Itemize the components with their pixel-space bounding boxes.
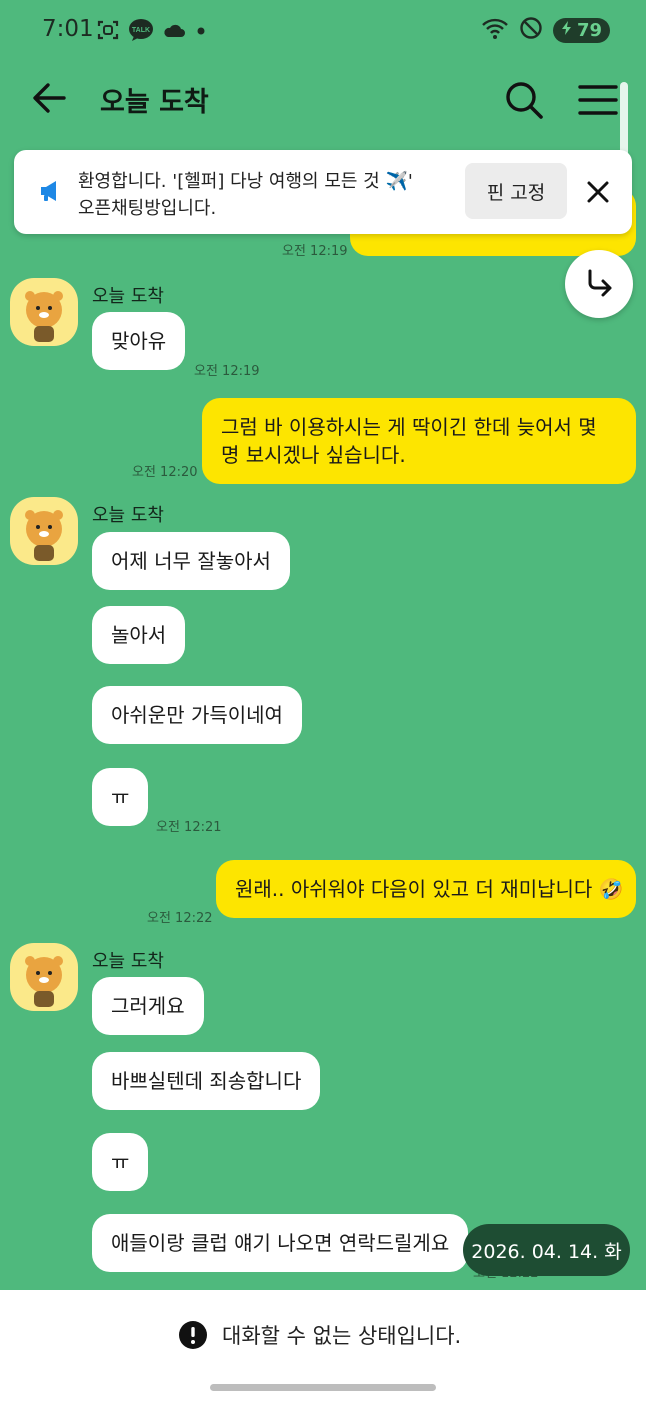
message-bubble[interactable]: ㅠ xyxy=(92,768,149,826)
kakaotalk-icon: TALK xyxy=(128,18,154,46)
megaphone-icon xyxy=(38,178,64,204)
back-button[interactable] xyxy=(28,76,72,120)
dot-icon xyxy=(194,23,208,42)
home-indicator[interactable] xyxy=(210,1384,436,1391)
notice-banner[interactable]: 환영합니다. '[헬퍼] 다낭 여행의 모든 것 ✈️' 오픈채팅방입니다. 핀… xyxy=(14,150,632,234)
warning-icon xyxy=(178,1320,208,1350)
message-bubble[interactable]: ㅠ xyxy=(92,1133,149,1191)
message-bubble-outgoing[interactable]: 원래.. 아쉬워야 다음이 있고 더 재미납니다 🤣 xyxy=(216,860,636,918)
back-arrow-icon xyxy=(33,83,66,113)
app-bar: 오늘 도착 xyxy=(0,62,646,134)
sender-name: 오늘 도착 xyxy=(92,951,164,972)
status-time: 7:01 xyxy=(42,16,94,42)
cloud-icon xyxy=(162,20,186,44)
chat-unavailable-text: 대화할 수 없는 상태입니다. xyxy=(222,1324,462,1348)
message-time: 오전 12:19 xyxy=(282,244,348,259)
status-bar: 7:01 TALK 79 xyxy=(0,0,646,62)
search-button[interactable] xyxy=(500,76,548,124)
close-icon xyxy=(587,181,609,203)
message-time: 오전 12:22 xyxy=(147,911,213,926)
message-bubble[interactable]: 맞아유 xyxy=(92,312,186,370)
sender-name: 오늘 도착 xyxy=(92,286,164,307)
message-bubble[interactable]: 아쉬운만 가득이네여 xyxy=(92,686,302,744)
avatar[interactable] xyxy=(10,943,78,1011)
wifi-icon xyxy=(481,16,509,44)
hamburger-menu-icon xyxy=(578,85,618,115)
bottom-status-bar: 대화할 수 없는 상태입니다. xyxy=(0,1290,646,1402)
bear-character-icon xyxy=(25,510,63,561)
message-bubble[interactable]: 바쁘실텐데 죄송합니다 xyxy=(92,1052,321,1110)
svg-text:TALK: TALK xyxy=(132,27,150,34)
battery-indicator: 79 xyxy=(552,17,610,43)
sender-name: 오늘 도착 xyxy=(92,505,164,526)
message-time: 오전 12:19 xyxy=(194,364,260,379)
message-bubble[interactable]: 어제 너무 잘놓아서 xyxy=(92,532,290,590)
notice-text: 환영합니다. '[헬퍼] 다낭 여행의 모든 것 ✈️' 오픈채팅방입니다. xyxy=(78,171,413,219)
message-bubble[interactable]: 놀아서 xyxy=(92,606,186,664)
pin-button[interactable]: 핀 고정 xyxy=(465,163,567,219)
message-bubble[interactable]: 그러게요 xyxy=(92,977,204,1035)
message-time: 오전 12:21 xyxy=(156,820,222,835)
battery-level: 79 xyxy=(576,19,602,41)
do-not-disturb-icon xyxy=(519,16,543,44)
menu-button[interactable] xyxy=(574,76,622,124)
avatar[interactable] xyxy=(10,278,78,346)
chat-title: 오늘 도착 xyxy=(100,87,209,118)
search-icon xyxy=(506,82,543,119)
date-badge: 2026. 04. 14. 화 xyxy=(463,1224,630,1276)
close-notice-button[interactable] xyxy=(584,178,612,206)
avatar[interactable] xyxy=(10,497,78,565)
bear-character-icon xyxy=(25,291,63,342)
arrow-down-right-icon xyxy=(588,269,612,297)
charging-icon xyxy=(559,20,575,41)
bear-character-icon xyxy=(25,956,63,1007)
scroll-to-bottom-button[interactable] xyxy=(565,250,633,318)
message-bubble[interactable]: 애들이랑 클럽 얘기 나오면 연락드릴게요 xyxy=(92,1214,469,1272)
message-time: 오전 12:20 xyxy=(132,465,198,480)
screenshot-icon xyxy=(96,18,120,46)
message-bubble-outgoing[interactable]: 그럼 바 이용하시는 게 딱이긴 한데 늦어서 몇 명 보시겠나 싶습니다. xyxy=(202,398,636,484)
